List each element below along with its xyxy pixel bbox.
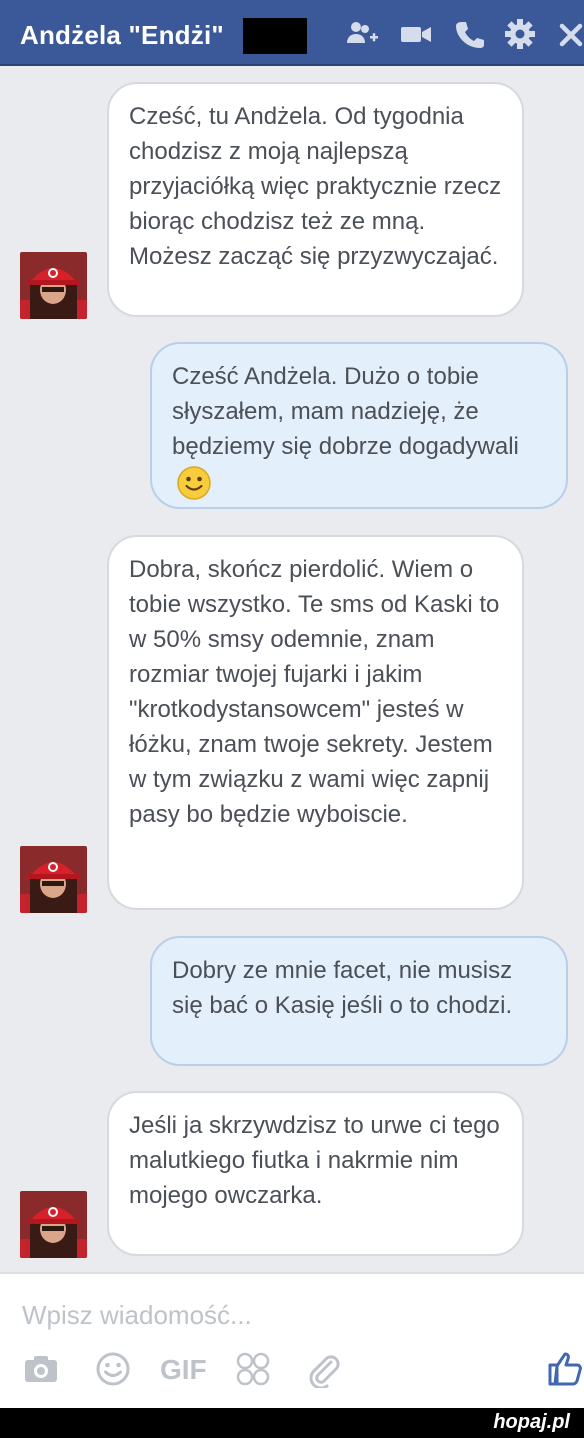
stickers-icon[interactable] — [234, 1350, 272, 1388]
redacted-name-box — [243, 18, 307, 54]
avatar[interactable] — [20, 1191, 87, 1258]
gif-button[interactable]: GIF — [160, 1354, 207, 1386]
avatar[interactable] — [20, 252, 87, 319]
add-people-icon[interactable] — [344, 16, 380, 52]
message-text: Dobra, skończ pierdolić. Wiem o tobie ws… — [129, 556, 500, 828]
message-bubble-outgoing: Dobry ze mnie facet, nie musisz się bać … — [150, 936, 568, 1066]
phone-icon[interactable] — [452, 16, 488, 52]
avatar[interactable] — [20, 846, 87, 913]
like-icon[interactable] — [546, 1348, 584, 1388]
chat-header: Andżela "Endżi" — [0, 0, 584, 66]
message-bubble-incoming: Dobra, skończ pierdolić. Wiem o tobie ws… — [107, 535, 524, 910]
emoji-icon[interactable] — [94, 1350, 132, 1388]
message-composer: Wpisz wiadomość... GIF — [0, 1272, 584, 1408]
conversation-title[interactable]: Andżela "Endżi" — [20, 20, 224, 51]
message-thread[interactable]: Cześć, tu Andżela. Od tygodnia chodzisz … — [0, 66, 584, 1272]
gear-icon[interactable] — [502, 16, 538, 52]
watermark-bar: hopaj.pl — [0, 1408, 584, 1438]
message-input[interactable]: Wpisz wiadomość... — [22, 1300, 252, 1331]
video-call-icon[interactable] — [398, 16, 434, 52]
watermark: hopaj.pl — [493, 1411, 570, 1433]
message-bubble-incoming: Cześć, tu Andżela. Od tygodnia chodzisz … — [107, 82, 524, 317]
message-bubble-incoming: Jeśli ja skrzywdzisz to urwe ci tego mal… — [107, 1091, 524, 1256]
smile-emoji-icon — [177, 465, 211, 500]
message-text: Jeśli ja skrzywdzisz to urwe ci tego mal… — [129, 1112, 500, 1209]
message-text: Dobry ze mnie facet, nie musisz się bać … — [172, 957, 513, 1019]
message-text: Cześć, tu Andżela. Od tygodnia chodzisz … — [129, 103, 502, 270]
camera-icon[interactable] — [22, 1350, 60, 1388]
message-text: Cześć Andżela. Dużo o tobie słyszałem, m… — [172, 363, 519, 460]
close-icon[interactable] — [556, 16, 584, 52]
message-bubble-outgoing: Cześć Andżela. Dużo o tobie słyszałem, m… — [150, 342, 568, 509]
attachment-icon[interactable] — [304, 1350, 342, 1390]
